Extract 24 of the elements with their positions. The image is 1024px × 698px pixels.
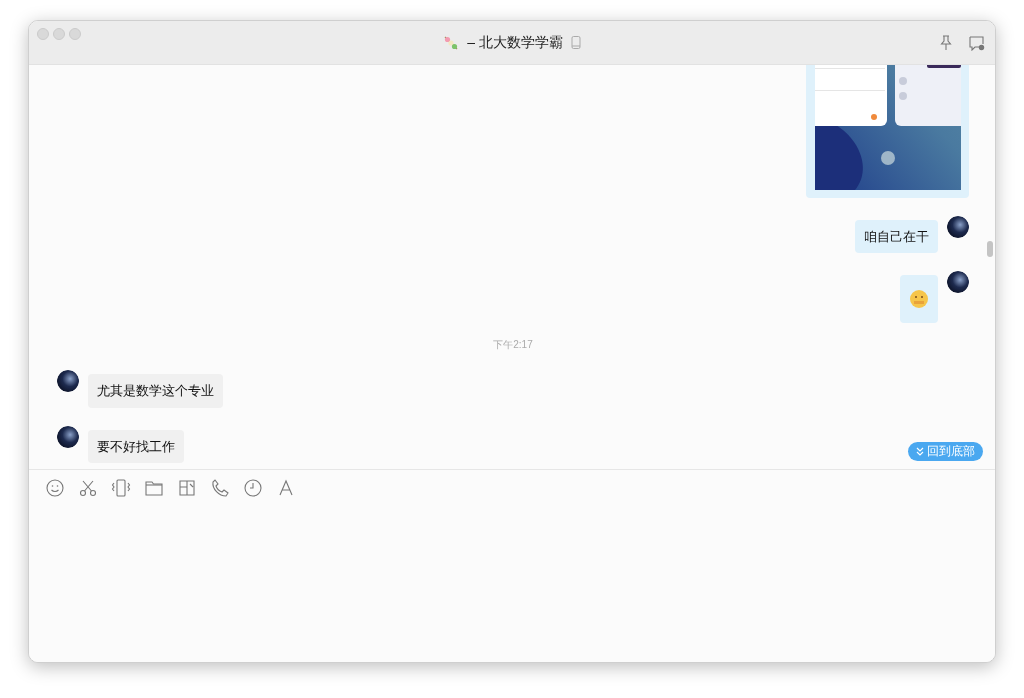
scrollbar-thumb[interactable]: [987, 241, 993, 257]
double-chevron-icon: [916, 446, 924, 456]
screenshot-button[interactable]: [177, 478, 197, 498]
message-bubble: 尤其是数学这个专业: [88, 374, 223, 408]
scroll-to-bottom-button[interactable]: 回到底部: [908, 441, 983, 461]
avatar[interactable]: [947, 215, 969, 238]
phone-icon: [570, 36, 581, 49]
pin-button[interactable]: [939, 35, 953, 51]
message-bubble: 咱自己在干: [855, 219, 938, 253]
window-title: – 北大数学学霸: [467, 33, 563, 52]
avatar[interactable]: [57, 425, 79, 448]
folder-button[interactable]: [144, 478, 164, 498]
phone-call-button[interactable]: [210, 478, 230, 498]
emoji-button[interactable]: [45, 478, 65, 498]
vibrate-button[interactable]: [111, 478, 131, 498]
face-sticker-icon: [909, 289, 929, 309]
chat-settings-button[interactable]: [969, 35, 985, 51]
clock-button[interactable]: [243, 478, 263, 498]
skewer-icon: [443, 34, 460, 51]
timestamp: 下午2:17: [493, 339, 533, 350]
scissors-button[interactable]: [78, 478, 98, 498]
message-bubble: 要不好找工作: [88, 429, 184, 463]
avatar[interactable]: [947, 271, 969, 293]
avatar[interactable]: [57, 370, 79, 392]
